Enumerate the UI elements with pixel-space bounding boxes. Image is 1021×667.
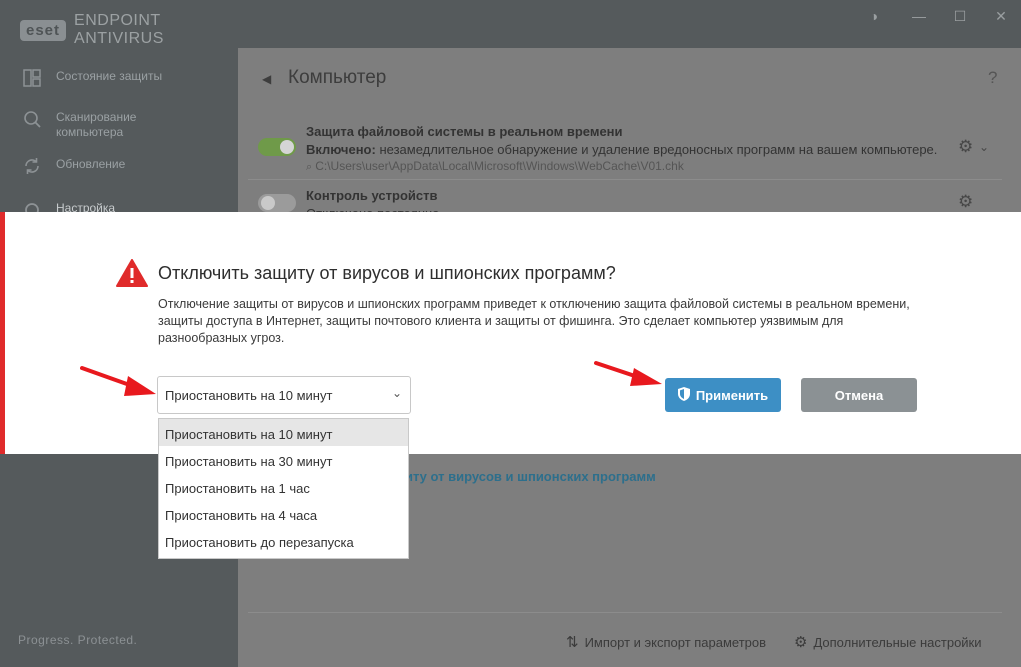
back-arrow-icon[interactable]: ◀ bbox=[262, 72, 271, 86]
sidebar-item-update[interactable]: Обновление bbox=[22, 157, 125, 177]
annotation-arrow-icon bbox=[80, 366, 156, 396]
product-name: ENDPOINT ANTIVIRUS bbox=[74, 12, 164, 47]
update-icon bbox=[22, 157, 42, 177]
title-bar: ◑ — ☐ ✕ bbox=[238, 0, 1021, 48]
theme-toggle-icon[interactable]: ◑ bbox=[864, 8, 884, 24]
page-title: Компьютер bbox=[288, 67, 387, 88]
select-value: Приостановить на 10 минут bbox=[165, 388, 333, 403]
realtime-protection-path: ⌕ C:\Users\user\AppData\Local\Microsoft\… bbox=[306, 159, 684, 173]
chevron-down-icon: ⌄ bbox=[391, 386, 402, 400]
advanced-settings-link[interactable]: ⚙ Дополнительные настройки bbox=[794, 633, 982, 651]
warning-icon bbox=[116, 259, 148, 287]
dialog-title: Отключить защиту от вирусов и шпионских … bbox=[158, 263, 616, 283]
realtime-protection-status: Включено: незамедлительное обнаружение и… bbox=[306, 142, 938, 157]
disable-protection-dialog: Отключить защиту от вирусов и шпионских … bbox=[0, 212, 1021, 454]
minimize-button[interactable]: — bbox=[909, 8, 929, 24]
app-logo: eset ENDPOINT ANTIVIRUS bbox=[20, 12, 238, 48]
import-export-icon: ⇅ bbox=[566, 634, 579, 651]
sidebar-item-label: Сканирование компьютера bbox=[56, 110, 137, 139]
device-control-toggle[interactable] bbox=[258, 194, 296, 212]
option-10-min[interactable]: Приостановить на 10 минут bbox=[159, 419, 408, 446]
option-until-restart[interactable]: Приостановить до перезапуска bbox=[159, 527, 408, 554]
import-export-link[interactable]: ⇅ Импорт и экспорт параметров bbox=[566, 633, 766, 651]
realtime-protection-title: Защита файловой системы в реальном време… bbox=[306, 124, 623, 139]
disable-protection-link[interactable]: щиту от вирусов и шпионских программ bbox=[394, 469, 656, 484]
device-control-title: Контроль устройств bbox=[306, 188, 438, 203]
scan-icon bbox=[22, 110, 42, 130]
sidebar-item-label: Обновление bbox=[56, 157, 126, 171]
chevron-down-icon[interactable]: ⌄ bbox=[979, 140, 989, 154]
tagline: Progress. Protected. bbox=[18, 633, 138, 647]
footer-divider bbox=[248, 612, 1002, 613]
gear-icon[interactable]: ⚙ bbox=[958, 192, 973, 212]
settings-icon bbox=[22, 201, 42, 212]
dashboard-icon bbox=[22, 69, 42, 89]
sidebar-item-scan[interactable]: Сканирование компьютера bbox=[22, 110, 166, 140]
annotation-arrow-icon bbox=[594, 361, 662, 386]
apply-button[interactable]: Применить bbox=[665, 378, 781, 412]
eset-logo: eset bbox=[20, 19, 67, 41]
sidebar-item-protection-status[interactable]: Состояние защиты bbox=[22, 69, 162, 89]
gear-icon[interactable]: ⚙ bbox=[958, 137, 973, 157]
dialog-accent-bar bbox=[0, 212, 5, 454]
close-button[interactable]: ✕ bbox=[991, 8, 1011, 25]
help-icon[interactable]: ? bbox=[988, 68, 997, 88]
sidebar-item-settings[interactable]: Настройка bbox=[22, 201, 115, 212]
maximize-button[interactable]: ☐ bbox=[950, 8, 970, 25]
cancel-button[interactable]: Отмена bbox=[801, 378, 917, 412]
gear-icon: ⚙ bbox=[794, 634, 808, 651]
realtime-protection-toggle[interactable] bbox=[258, 138, 296, 156]
option-30-min[interactable]: Приостановить на 30 минут bbox=[159, 446, 408, 473]
pause-duration-select[interactable]: Приостановить на 10 минут ⌄ bbox=[157, 376, 411, 414]
option-1-hour[interactable]: Приостановить на 1 час bbox=[159, 473, 408, 500]
shield-icon bbox=[677, 386, 690, 404]
title-bar-left: eset ENDPOINT ANTIVIRUS bbox=[0, 0, 238, 48]
option-4-hours[interactable]: Приостановить на 4 часа bbox=[159, 500, 408, 527]
dialog-description: Отключение защиты от вирусов и шпионских… bbox=[158, 297, 910, 345]
sidebar-item-label: Настройка bbox=[56, 201, 116, 212]
row-divider bbox=[248, 179, 1002, 180]
pause-duration-options: Приостановить на 10 минут Приостановить … bbox=[158, 418, 409, 559]
sidebar-item-label: Состояние защиты bbox=[56, 69, 163, 83]
